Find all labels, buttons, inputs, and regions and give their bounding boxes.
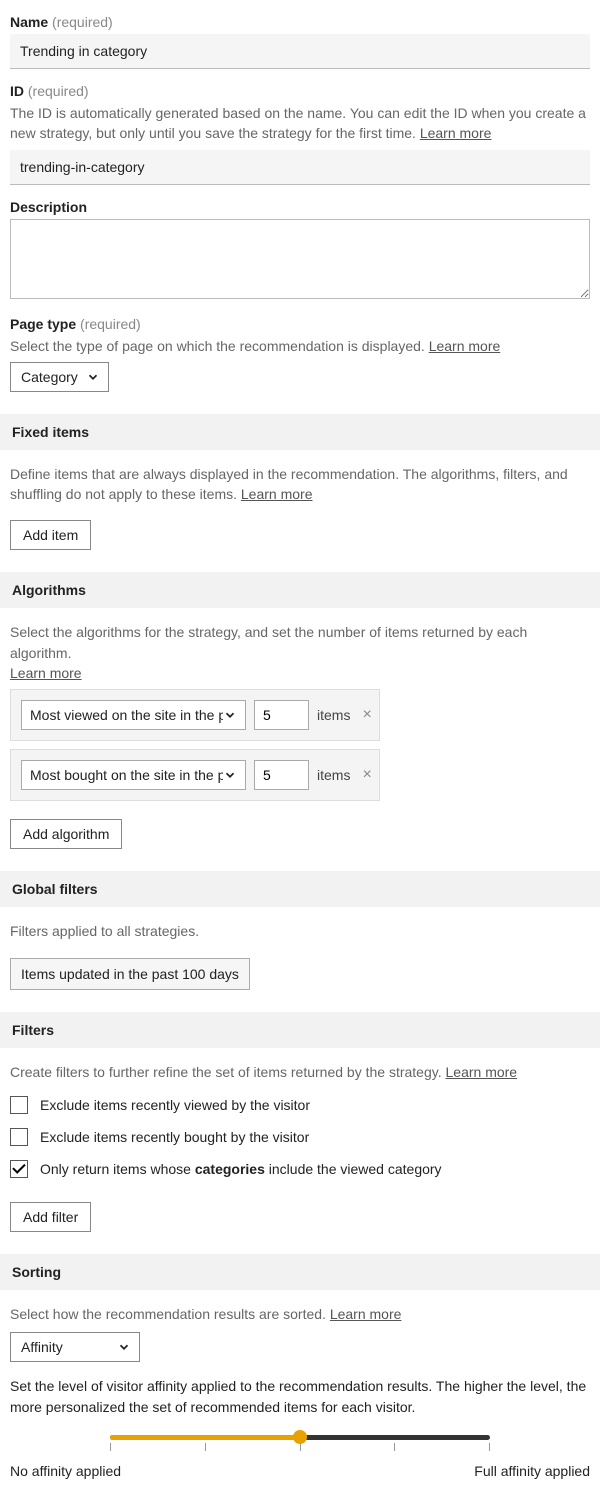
id-help: The ID is automatically generated based … [10, 103, 590, 144]
items-label: items [317, 707, 350, 723]
description-input[interactable] [10, 219, 590, 299]
id-learn-more-link[interactable]: Learn more [420, 125, 492, 141]
description-field: Description [10, 199, 590, 302]
filters-help: Create filters to further refine the set… [10, 1062, 590, 1082]
filter-checkbox[interactable] [10, 1160, 28, 1178]
items-label: items [317, 767, 350, 783]
id-field: ID (required) The ID is automatically ge… [10, 83, 590, 185]
fixed-items-header: Fixed items [0, 414, 600, 450]
filter-label: Only return items whose categories inclu… [40, 1161, 442, 1177]
slider-thumb[interactable] [293, 1430, 307, 1444]
fixed-items-help: Define items that are always displayed i… [10, 464, 590, 505]
filter-row: Exclude items recently bought by the vis… [10, 1128, 590, 1146]
filter-row: Only return items whose categories inclu… [10, 1160, 590, 1178]
slider-fill [110, 1435, 300, 1440]
algorithms-learn-more-link[interactable]: Learn more [10, 665, 82, 681]
chevron-down-icon [223, 768, 237, 782]
fixed-items-learn-more-link[interactable]: Learn more [241, 486, 313, 502]
name-field: Name (required) [10, 14, 590, 69]
algorithm-select[interactable]: Most bought on the site in the past N da… [21, 760, 246, 790]
filters-header: Filters [0, 1012, 600, 1048]
add-filter-button[interactable]: Add filter [10, 1202, 91, 1232]
page-type-learn-more-link[interactable]: Learn more [429, 338, 501, 354]
global-filters-help: Filters applied to all strategies. [10, 921, 590, 941]
filters-body: Create filters to further refine the set… [10, 1048, 590, 1232]
remove-algorithm-icon[interactable]: × [358, 706, 375, 724]
name-input[interactable] [10, 34, 590, 69]
filters-learn-more-link[interactable]: Learn more [446, 1064, 518, 1080]
chevron-down-icon [223, 708, 237, 722]
chevron-down-icon [117, 1340, 131, 1354]
algorithms-header: Algorithms [0, 572, 600, 608]
add-item-button[interactable]: Add item [10, 520, 91, 550]
description-label: Description [10, 199, 590, 215]
algorithms-help: Select the algorithms for the strategy, … [10, 622, 590, 683]
filter-label: Exclude items recently bought by the vis… [40, 1129, 309, 1145]
remove-algorithm-icon[interactable]: × [358, 766, 375, 784]
global-filters-header: Global filters [0, 871, 600, 907]
algorithm-count-input[interactable] [254, 700, 309, 730]
page-type-field: Page type (required) Select the type of … [10, 316, 590, 392]
name-label: Name (required) [10, 14, 590, 30]
page-type-help: Select the type of page on which the rec… [10, 336, 590, 356]
filter-label: Exclude items recently viewed by the vis… [40, 1097, 310, 1113]
affinity-help: Set the level of visitor affinity applie… [10, 1376, 590, 1417]
slider-min-label: No affinity applied [10, 1463, 121, 1479]
filter-checkbox[interactable] [10, 1128, 28, 1146]
algorithm-row: Most bought on the site in the past N da… [10, 749, 380, 801]
page-type-select[interactable]: Category [10, 362, 109, 392]
sorting-body: Select how the recommendation results ar… [10, 1290, 590, 1479]
fixed-items-body: Define items that are always displayed i… [10, 450, 590, 551]
chevron-down-icon [86, 370, 100, 384]
id-label: ID (required) [10, 83, 590, 99]
sorting-select[interactable]: Affinity [10, 1332, 140, 1362]
algorithm-select[interactable]: Most viewed on the site in the past N da… [21, 700, 246, 730]
slider-labels: No affinity applied Full affinity applie… [10, 1463, 590, 1479]
algorithms-body: Select the algorithms for the strategy, … [10, 608, 590, 849]
sorting-learn-more-link[interactable]: Learn more [330, 1306, 402, 1322]
algorithm-row: Most viewed on the site in the past N da… [10, 689, 380, 741]
filter-checkbox[interactable] [10, 1096, 28, 1114]
id-input[interactable] [10, 150, 590, 185]
page-type-label: Page type (required) [10, 316, 590, 332]
sorting-header: Sorting [0, 1254, 600, 1290]
global-filters-body: Filters applied to all strategies. Items… [10, 907, 590, 989]
sorting-help: Select how the recommendation results ar… [10, 1304, 590, 1324]
slider-max-label: Full affinity applied [474, 1463, 590, 1479]
add-algorithm-button[interactable]: Add algorithm [10, 819, 122, 849]
affinity-slider[interactable] [110, 1435, 490, 1440]
global-filter-chip[interactable]: Items updated in the past 100 days [10, 958, 250, 990]
affinity-slider-container [10, 1435, 590, 1451]
algorithm-count-input[interactable] [254, 760, 309, 790]
filter-row: Exclude items recently viewed by the vis… [10, 1096, 590, 1114]
